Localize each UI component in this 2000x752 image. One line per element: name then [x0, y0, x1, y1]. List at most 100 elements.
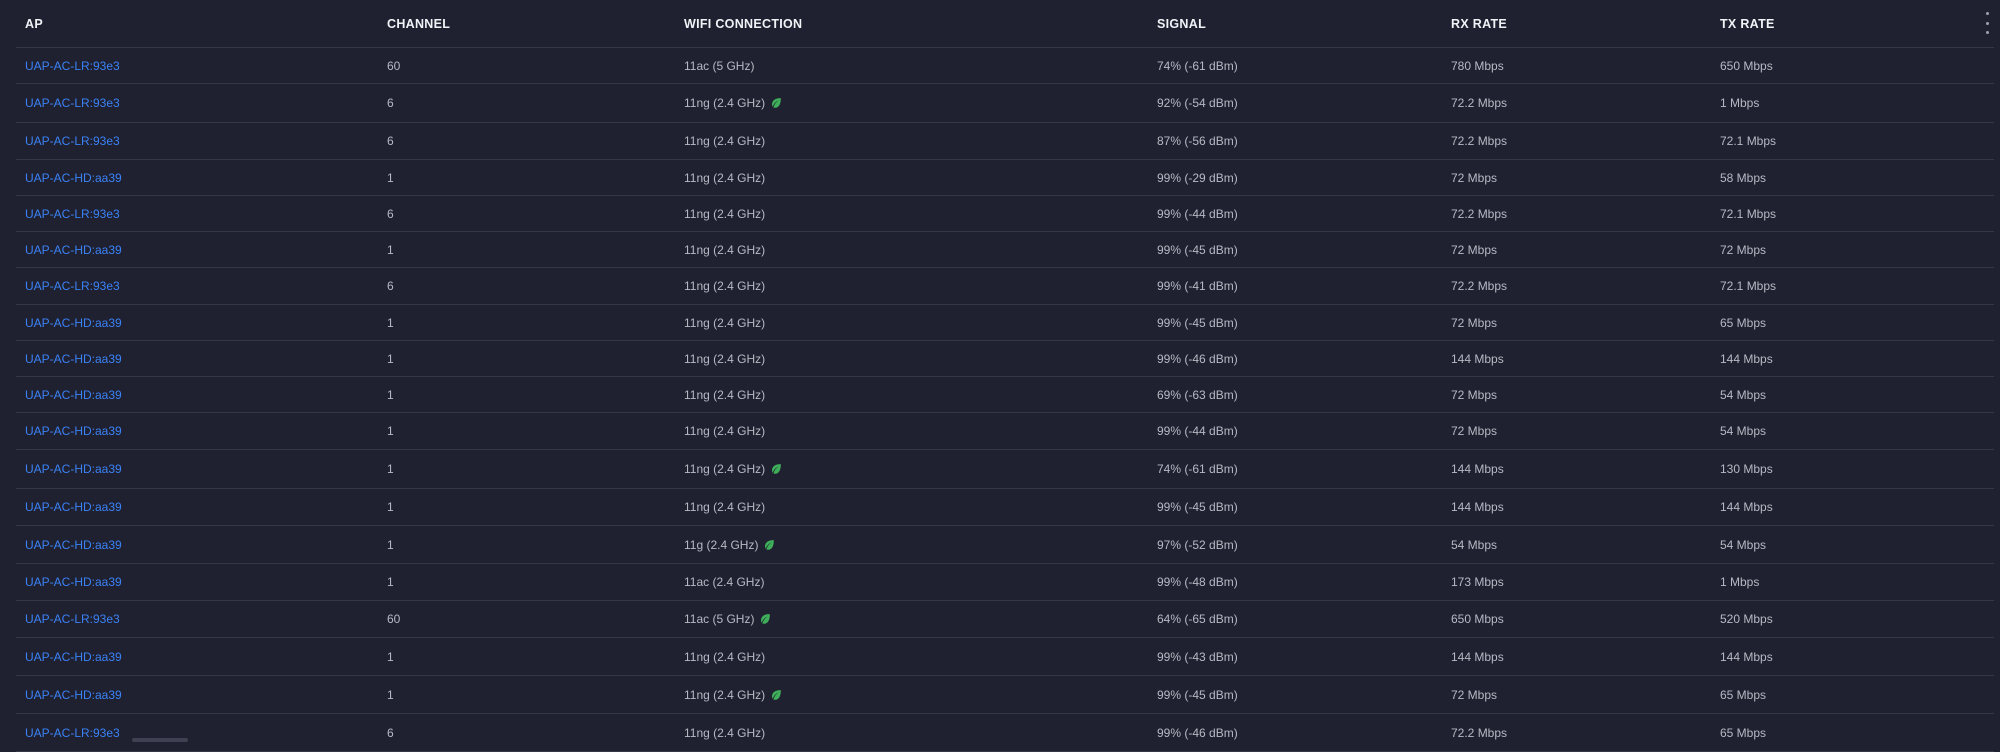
- channel-value: 1: [387, 537, 394, 552]
- wifi-connection-value: 11ng (2.4 GHz): [684, 351, 766, 366]
- ap-link[interactable]: UAP-AC-HD:aa39: [25, 352, 122, 366]
- channel-value: 1: [387, 315, 394, 330]
- table-row[interactable]: UAP-AC-HD:aa39 1 11ng (2.4 GHz) 99% (-45 dB…: [16, 676, 1994, 714]
- table-row[interactable]: UAP-AC-LR:93e3 60 11ac (5 GHz) 74% (-61 dBm…: [16, 48, 1994, 84]
- channel-value: 1: [387, 500, 394, 514]
- ap-link[interactable]: UAP-AC-LR:93e3: [25, 96, 120, 110]
- leaf-icon: [770, 97, 782, 109]
- wifi-connection-value: 11g (2.4 GHz): [684, 537, 759, 552]
- more-vertical-icon[interactable]: [1982, 12, 1992, 34]
- ap-link[interactable]: UAP-AC-LR:93e3: [25, 134, 120, 148]
- table-row[interactable]: UAP-AC-HD:aa39 1 11ng (2.4 GHz) 74% (-61 dB…: [16, 450, 1994, 489]
- table-row[interactable]: UAP-AC-LR:93e3 6 11ng (2.4 GHz) 87% (-56 dB…: [16, 123, 1994, 160]
- table-row[interactable]: UAP-AC-HD:aa39 1 11ng (2.4 GHz) 99% (-45 dB…: [16, 305, 1994, 341]
- rx-rate-value: 72 Mbps: [1451, 687, 1498, 702]
- column-header-signal[interactable]: SIGNAL: [1148, 17, 1442, 31]
- tx-rate-value: 58 Mbps: [1720, 170, 1767, 185]
- table-row[interactable]: UAP-AC-LR:93e3 6 11ng (2.4 GHz) 92% (-54 dB…: [16, 84, 1994, 123]
- column-header-wifi-connection[interactable]: WIFI CONNECTION: [675, 17, 1148, 31]
- wifi-connection-value: 11ng (2.4 GHz): [684, 649, 766, 664]
- ap-link[interactable]: UAP-AC-HD:aa39: [25, 171, 122, 185]
- tx-rate-value: 54 Mbps: [1720, 537, 1767, 552]
- leaf-icon: [763, 539, 775, 551]
- ap-link[interactable]: UAP-AC-LR:93e3: [25, 59, 120, 73]
- table-row[interactable]: UAP-AC-LR:93e3 6 11ng (2.4 GHz) 99% (-44 dB…: [16, 196, 1994, 232]
- rx-rate-value: 72 Mbps: [1451, 315, 1498, 330]
- rx-rate-value: 72.2 Mbps: [1451, 134, 1508, 148]
- ap-link[interactable]: UAP-AC-HD:aa39: [25, 243, 122, 257]
- ap-link[interactable]: UAP-AC-HD:aa39: [25, 575, 122, 589]
- ap-link[interactable]: UAP-AC-HD:aa39: [25, 388, 122, 402]
- channel-value: 1: [387, 424, 394, 438]
- column-header-channel[interactable]: CHANNEL: [378, 17, 675, 31]
- rx-rate-value: 780 Mbps: [1451, 58, 1504, 73]
- rx-rate-value: 144 Mbps: [1451, 500, 1504, 514]
- tx-rate-value: 65 Mbps: [1720, 725, 1767, 740]
- wifi-connection-value: 11ng (2.4 GHz): [684, 687, 766, 702]
- channel-value: 6: [387, 134, 394, 148]
- signal-value: 99% (-45 dBm): [1157, 242, 1238, 257]
- channel-value: 60: [387, 612, 401, 626]
- ap-link[interactable]: UAP-AC-HD:aa39: [25, 538, 122, 552]
- ap-link[interactable]: UAP-AC-LR:93e3: [25, 207, 120, 221]
- channel-value: 1: [387, 462, 394, 476]
- rx-rate-value: 72 Mbps: [1451, 170, 1498, 185]
- table-row[interactable]: UAP-AC-LR:93e3 6 11ng (2.4 GHz) 99% (-46 dB…: [16, 714, 1994, 752]
- table-row[interactable]: UAP-AC-HD:aa39 1 11ac (2.4 GHz) 99% (-48 dB…: [16, 564, 1994, 601]
- ap-link[interactable]: UAP-AC-HD:aa39: [25, 316, 122, 330]
- ap-link[interactable]: UAP-AC-LR:93e3: [25, 726, 120, 740]
- tx-rate-value: 144 Mbps: [1720, 351, 1773, 366]
- table-row[interactable]: UAP-AC-HD:aa39 1 11g (2.4 GHz) 97% (-52 dBm…: [16, 526, 1994, 564]
- tx-rate-value: 1 Mbps: [1720, 96, 1760, 110]
- table-row[interactable]: UAP-AC-LR:93e3 6 11ng (2.4 GHz) 99% (-41 dB…: [16, 268, 1994, 305]
- table-row[interactable]: UAP-AC-LR:93e3 60 11ac (5 GHz) 64% (-65 dBm…: [16, 601, 1994, 638]
- tx-rate-value: 54 Mbps: [1720, 424, 1767, 438]
- table-row[interactable]: UAP-AC-HD:aa39 1 11ng (2.4 GHz) 69% (-63 dB…: [16, 377, 1994, 413]
- ap-link[interactable]: UAP-AC-HD:aa39: [25, 650, 122, 664]
- rx-rate-value: 144 Mbps: [1451, 351, 1504, 366]
- signal-value: 92% (-54 dBm): [1157, 96, 1238, 110]
- table-row[interactable]: UAP-AC-HD:aa39 1 11ng (2.4 GHz) 99% (-43 dB…: [16, 638, 1994, 676]
- table-row[interactable]: UAP-AC-HD:aa39 1 11ng (2.4 GHz) 99% (-29 dB…: [16, 160, 1994, 196]
- channel-value: 6: [387, 206, 394, 221]
- signal-value: 99% (-44 dBm): [1157, 424, 1238, 438]
- wifi-connection-value: 11ng (2.4 GHz): [684, 462, 766, 476]
- horizontal-scrollbar[interactable]: [132, 738, 188, 742]
- channel-value: 6: [387, 279, 394, 293]
- ap-link[interactable]: UAP-AC-LR:93e3: [25, 279, 120, 293]
- leaf-icon: [770, 689, 782, 701]
- rx-rate-value: 72 Mbps: [1451, 242, 1498, 257]
- rx-rate-value: 173 Mbps: [1451, 575, 1504, 589]
- wifi-connection-value: 11ng (2.4 GHz): [684, 170, 766, 185]
- tx-rate-value: 130 Mbps: [1720, 462, 1773, 476]
- rx-rate-value: 72.2 Mbps: [1451, 725, 1508, 740]
- ap-link[interactable]: UAP-AC-HD:aa39: [25, 688, 122, 702]
- column-header-ap[interactable]: AP: [16, 17, 378, 31]
- table-row[interactable]: UAP-AC-HD:aa39 1 11ng (2.4 GHz) 99% (-45 dB…: [16, 232, 1994, 268]
- signal-value: 99% (-45 dBm): [1157, 500, 1238, 514]
- ap-link[interactable]: UAP-AC-LR:93e3: [25, 612, 120, 626]
- column-header-tx-rate[interactable]: TX RATE: [1711, 17, 1994, 31]
- signal-value: 99% (-45 dBm): [1157, 687, 1238, 702]
- table-row[interactable]: UAP-AC-HD:aa39 1 11ng (2.4 GHz) 99% (-46 dB…: [16, 341, 1994, 377]
- table-row[interactable]: UAP-AC-HD:aa39 1 11ng (2.4 GHz) 99% (-44 dB…: [16, 413, 1994, 450]
- ap-link[interactable]: UAP-AC-HD:aa39: [25, 462, 122, 476]
- rx-rate-value: 650 Mbps: [1451, 612, 1504, 626]
- wifi-connection-value: 11ng (2.4 GHz): [684, 206, 766, 221]
- wifi-connection-value: 11ng (2.4 GHz): [684, 242, 766, 257]
- tx-rate-value: 650 Mbps: [1720, 58, 1773, 73]
- ap-link[interactable]: UAP-AC-HD:aa39: [25, 424, 122, 438]
- tx-rate-value: 72.1 Mbps: [1720, 206, 1777, 221]
- tx-rate-value: 72 Mbps: [1720, 242, 1767, 257]
- channel-value: 1: [387, 351, 394, 366]
- wifi-connection-value: 11ng (2.4 GHz): [684, 387, 766, 402]
- channel-value: 1: [387, 170, 394, 185]
- ap-link[interactable]: UAP-AC-HD:aa39: [25, 500, 122, 514]
- column-header-rx-rate[interactable]: RX RATE: [1442, 17, 1711, 31]
- signal-value: 99% (-45 dBm): [1157, 315, 1238, 330]
- leaf-icon: [759, 613, 771, 625]
- signal-value: 97% (-52 dBm): [1157, 537, 1238, 552]
- signal-value: 99% (-46 dBm): [1157, 725, 1238, 740]
- table-row[interactable]: UAP-AC-HD:aa39 1 11ng (2.4 GHz) 99% (-45 dB…: [16, 489, 1994, 526]
- leaf-icon: [770, 463, 782, 475]
